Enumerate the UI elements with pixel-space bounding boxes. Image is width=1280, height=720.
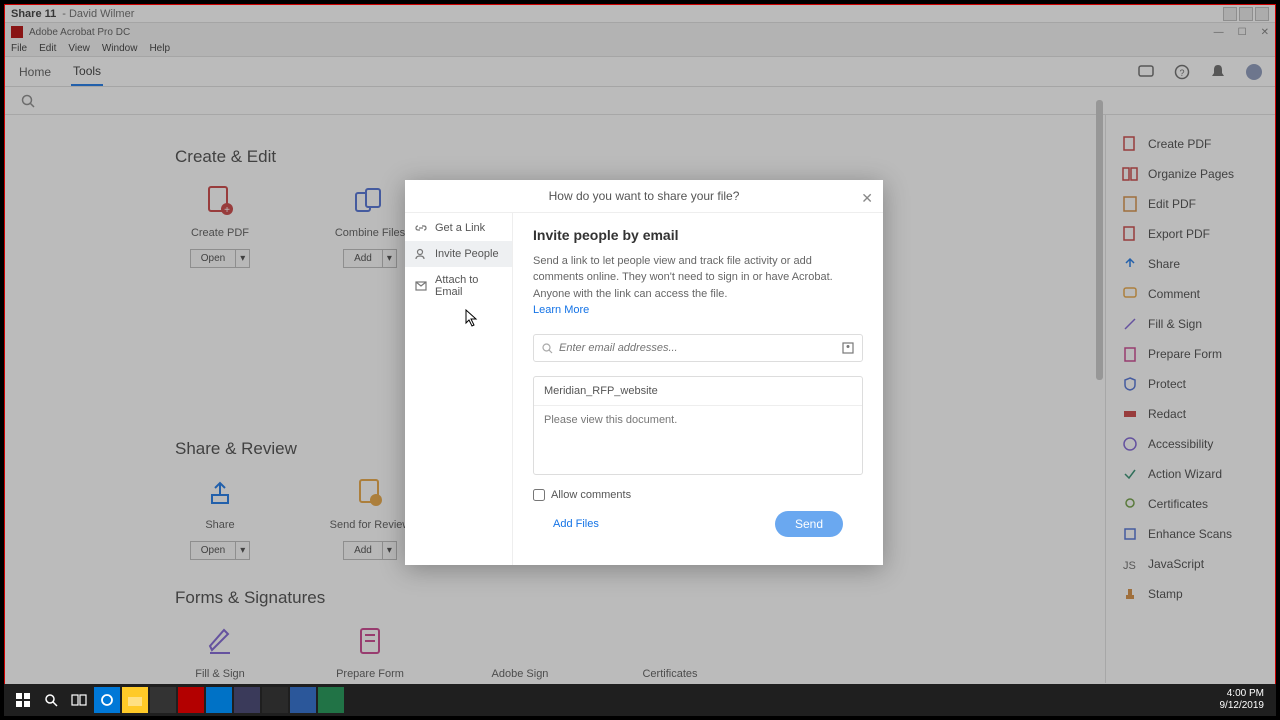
add-files-link[interactable]: Add Files bbox=[553, 518, 599, 530]
taskbar[interactable]: 4:00 PM 9/12/2019 bbox=[4, 684, 1276, 716]
clock-time: 4:00 PM bbox=[1220, 688, 1265, 700]
sidebar-invite-people[interactable]: Invite People bbox=[405, 241, 512, 267]
dialog-header: How do you want to share your file? ✕ bbox=[405, 180, 883, 213]
start-button[interactable] bbox=[10, 687, 36, 713]
contacts-icon[interactable] bbox=[842, 342, 854, 354]
document-message[interactable]: Please view this document. bbox=[534, 406, 862, 474]
taskbar-search-icon[interactable] bbox=[38, 687, 64, 713]
acrobat-taskbar-icon[interactable] bbox=[178, 687, 204, 713]
allow-comments-checkbox[interactable] bbox=[533, 489, 545, 501]
invite-heading: Invite people by email bbox=[533, 227, 863, 243]
excel-icon[interactable] bbox=[318, 687, 344, 713]
clock-date: 9/12/2019 bbox=[1220, 700, 1265, 712]
learn-more-link[interactable]: Learn More bbox=[533, 304, 863, 316]
link-icon bbox=[415, 222, 427, 234]
person-plus-icon bbox=[415, 248, 427, 260]
search-icon bbox=[542, 343, 553, 354]
outlook-icon[interactable] bbox=[206, 687, 232, 713]
system-tray[interactable]: 4:00 PM 9/12/2019 bbox=[1220, 688, 1271, 712]
document-name[interactable]: Meridian_RFP_website bbox=[534, 377, 862, 406]
close-icon[interactable]: ✕ bbox=[861, 190, 873, 207]
email-field[interactable] bbox=[559, 342, 836, 354]
app-icon-1[interactable] bbox=[150, 687, 176, 713]
app-icon-3[interactable] bbox=[262, 687, 288, 713]
send-button[interactable]: Send bbox=[775, 511, 843, 537]
invite-description: Send a link to let people view and track… bbox=[533, 253, 863, 303]
dialog-sidebar: Get a Link Invite People Attach to Email bbox=[405, 213, 513, 566]
dialog-title: How do you want to share your file? bbox=[549, 189, 740, 203]
explorer-icon[interactable] bbox=[122, 687, 148, 713]
task-view-icon[interactable] bbox=[66, 687, 92, 713]
edge-icon[interactable] bbox=[94, 687, 120, 713]
allow-comments-row[interactable]: Allow comments bbox=[533, 489, 863, 501]
app-icon-2[interactable] bbox=[234, 687, 260, 713]
mail-icon bbox=[415, 280, 427, 292]
share-dialog: How do you want to share your file? ✕ Ge… bbox=[405, 180, 883, 565]
dialog-main: Invite people by email Send a link to le… bbox=[513, 213, 883, 566]
sidebar-get-link[interactable]: Get a Link bbox=[405, 215, 512, 241]
email-input-wrapper[interactable] bbox=[533, 334, 863, 362]
allow-comments-label: Allow comments bbox=[551, 489, 631, 501]
word-icon[interactable] bbox=[290, 687, 316, 713]
sidebar-attach-email[interactable]: Attach to Email bbox=[405, 267, 512, 305]
document-box: Meridian_RFP_website Please view this do… bbox=[533, 376, 863, 475]
